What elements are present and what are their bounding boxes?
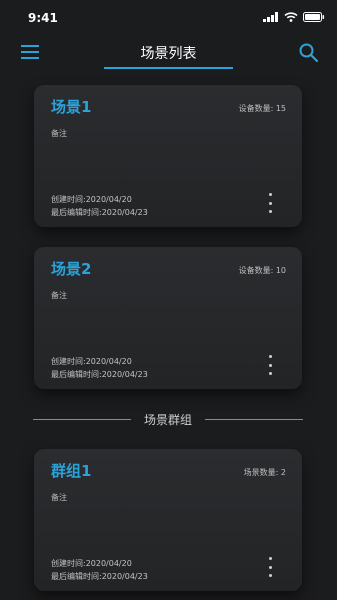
created-time: 创建时间:2020/04/20 (51, 195, 132, 204)
more-vertical-icon[interactable] (266, 355, 274, 375)
group-title: 群组1 (51, 462, 92, 480)
edited-time: 最后编辑时间:2020/04/23 (51, 572, 148, 581)
edited-time: 最后编辑时间:2020/04/23 (51, 208, 148, 217)
battery-icon (303, 12, 325, 22)
scene-title: 场景1 (51, 98, 92, 116)
more-vertical-icon[interactable] (266, 557, 274, 577)
page-title: 场景列表 (140, 46, 197, 62)
scene-note: 备注 (51, 129, 67, 138)
scene-card[interactable]: 场景2 设备数量: 10 备注 创建时间:2020/04/20 最后编辑时间:2… (34, 247, 302, 389)
edited-time: 最后编辑时间:2020/04/23 (51, 370, 148, 379)
scene-count: 场景数量: 2 (243, 468, 286, 477)
created-time: 创建时间:2020/04/20 (51, 357, 132, 366)
search-icon[interactable] (299, 43, 318, 62)
status-time: 9:41 (28, 11, 58, 25)
nav-bar: 场景列表 (0, 36, 337, 74)
section-divider: 场景群组 (33, 411, 303, 429)
signal-icon (263, 12, 278, 22)
created-time: 创建时间:2020/04/20 (51, 559, 132, 568)
device-count: 设备数量: 10 (238, 266, 286, 275)
status-icons (263, 12, 325, 22)
scene-note: 备注 (51, 291, 67, 300)
wifi-icon (284, 12, 298, 22)
divider-line-right (205, 419, 303, 420)
group-note: 备注 (51, 493, 67, 502)
title-underline (104, 67, 233, 69)
status-bar: 9:41 (0, 0, 337, 36)
group-card[interactable]: 群组1 场景数量: 2 备注 创建时间:2020/04/20 最后编辑时间:20… (34, 449, 302, 591)
device-count: 设备数量: 15 (238, 104, 286, 113)
scene-title: 场景2 (51, 260, 92, 278)
more-vertical-icon[interactable] (266, 193, 274, 213)
scene-card[interactable]: 场景1 设备数量: 15 备注 创建时间:2020/04/20 最后编辑时间:2… (34, 85, 302, 227)
